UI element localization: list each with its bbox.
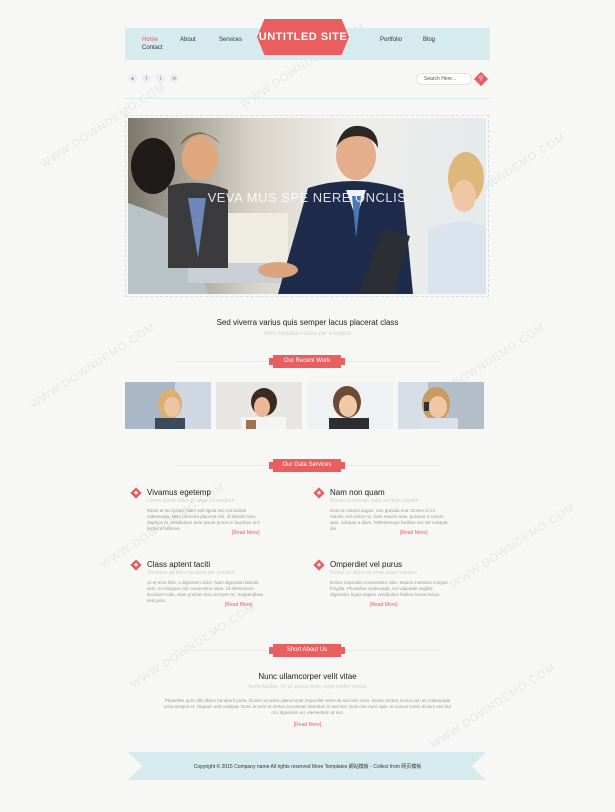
service-body-1: Etiam at leo ipsum. Nam sed ligula nec e… bbox=[147, 508, 261, 531]
nav-home[interactable]: Home bbox=[142, 37, 158, 43]
intro-subtitle: nere conubia nostra per inceptos bbox=[263, 331, 352, 337]
read-more-link[interactable]: [Read More] bbox=[232, 530, 260, 536]
recent-work-heading: Our Recent Work bbox=[269, 355, 345, 368]
search-input[interactable]: Search Here... bbox=[416, 73, 472, 85]
social-icon-twitter[interactable]: t bbox=[156, 74, 165, 83]
about-subtitle: Nulla facilisi. Ut ac purus eros, eget m… bbox=[248, 684, 367, 690]
nav-portfolio[interactable]: Portfolio bbox=[380, 37, 402, 43]
read-more-link[interactable]: [Read More] bbox=[400, 530, 428, 536]
service-title-2: Nam non quam bbox=[330, 488, 385, 497]
read-more-link[interactable]: [Read More] bbox=[225, 602, 253, 608]
service-subtitle-3: Sociosqu ad litora torquent per conubia bbox=[147, 570, 235, 576]
intro-title: Sed viverra varius quis semper lacus pla… bbox=[216, 318, 399, 327]
service-body-4: Donec imperdiet consectetur odio. Mauris… bbox=[330, 580, 448, 597]
service-subtitle-2: Mauris accumsan nulla vel diam sagittis bbox=[330, 498, 419, 504]
divider bbox=[345, 361, 440, 362]
about-body: Phasellus quis nibh libero hendrerit por… bbox=[164, 698, 451, 715]
service-title-3: Class aptent taciti bbox=[147, 560, 211, 569]
nav-contact[interactable]: Contact bbox=[142, 45, 163, 51]
divider bbox=[175, 361, 270, 362]
header-divider bbox=[125, 98, 490, 99]
services-heading: Our Gala Services bbox=[269, 459, 345, 472]
about-read-more-link[interactable]: [Read More] bbox=[0, 722, 615, 728]
service-icon: ◆ bbox=[313, 559, 325, 571]
hero-slider[interactable]: VEVA MUS SPE NERE ONCLIS bbox=[125, 115, 489, 297]
hero-caption: VEVA MUS SPE NERE ONCLIS bbox=[207, 190, 407, 205]
service-icon: ◆ bbox=[130, 487, 142, 499]
service-icon: ◆ bbox=[313, 487, 325, 499]
social-icon-rss[interactable]: ● bbox=[128, 74, 137, 83]
social-icon-linkedin[interactable]: in bbox=[170, 74, 179, 83]
nav-services[interactable]: Services bbox=[219, 37, 242, 43]
search-icon: ⚲ bbox=[478, 76, 484, 82]
portfolio-thumb-4[interactable] bbox=[398, 382, 484, 429]
hero-photo bbox=[128, 118, 486, 294]
service-subtitle-1: Lorem ipsum dolor sit amet consectetur bbox=[147, 498, 235, 504]
portfolio-thumb-3[interactable] bbox=[307, 382, 393, 429]
service-title-1: Vivamus egetemp bbox=[147, 488, 211, 497]
search-button[interactable]: ⚲ bbox=[473, 71, 489, 87]
divider bbox=[175, 465, 270, 466]
divider bbox=[345, 465, 440, 466]
about-title: Nunc ullamcorper velit vitae bbox=[258, 672, 357, 681]
service-body-2: Duis ac mauris augue, non gravida erat. … bbox=[330, 508, 448, 531]
social-icon-facebook[interactable]: f bbox=[142, 74, 151, 83]
about-heading: Short About Us bbox=[269, 644, 345, 657]
divider bbox=[345, 650, 440, 651]
portfolio-thumb-2[interactable] bbox=[216, 382, 302, 429]
service-subtitle-4: Donec eu libero sit amet quam egestas bbox=[330, 570, 417, 576]
service-body-3: Ut et eros felis, a dignissim dolor. Nam… bbox=[147, 580, 264, 603]
divider bbox=[175, 650, 270, 651]
service-title-4: Omperdiet vel purus bbox=[330, 560, 403, 569]
service-icon: ◆ bbox=[130, 559, 142, 571]
nav-about[interactable]: About bbox=[180, 37, 196, 43]
nav-blog[interactable]: Blog bbox=[423, 37, 435, 43]
read-more-link[interactable]: [Read More] bbox=[370, 602, 398, 608]
copyright-text: Copyright © 2015 Company name All rights… bbox=[193, 764, 422, 770]
watermark: WWW.DOWNDEMO.COM bbox=[448, 501, 578, 591]
portfolio-thumb-1[interactable] bbox=[125, 382, 211, 429]
site-logo[interactable]: UNTITLED SITE bbox=[257, 19, 349, 55]
